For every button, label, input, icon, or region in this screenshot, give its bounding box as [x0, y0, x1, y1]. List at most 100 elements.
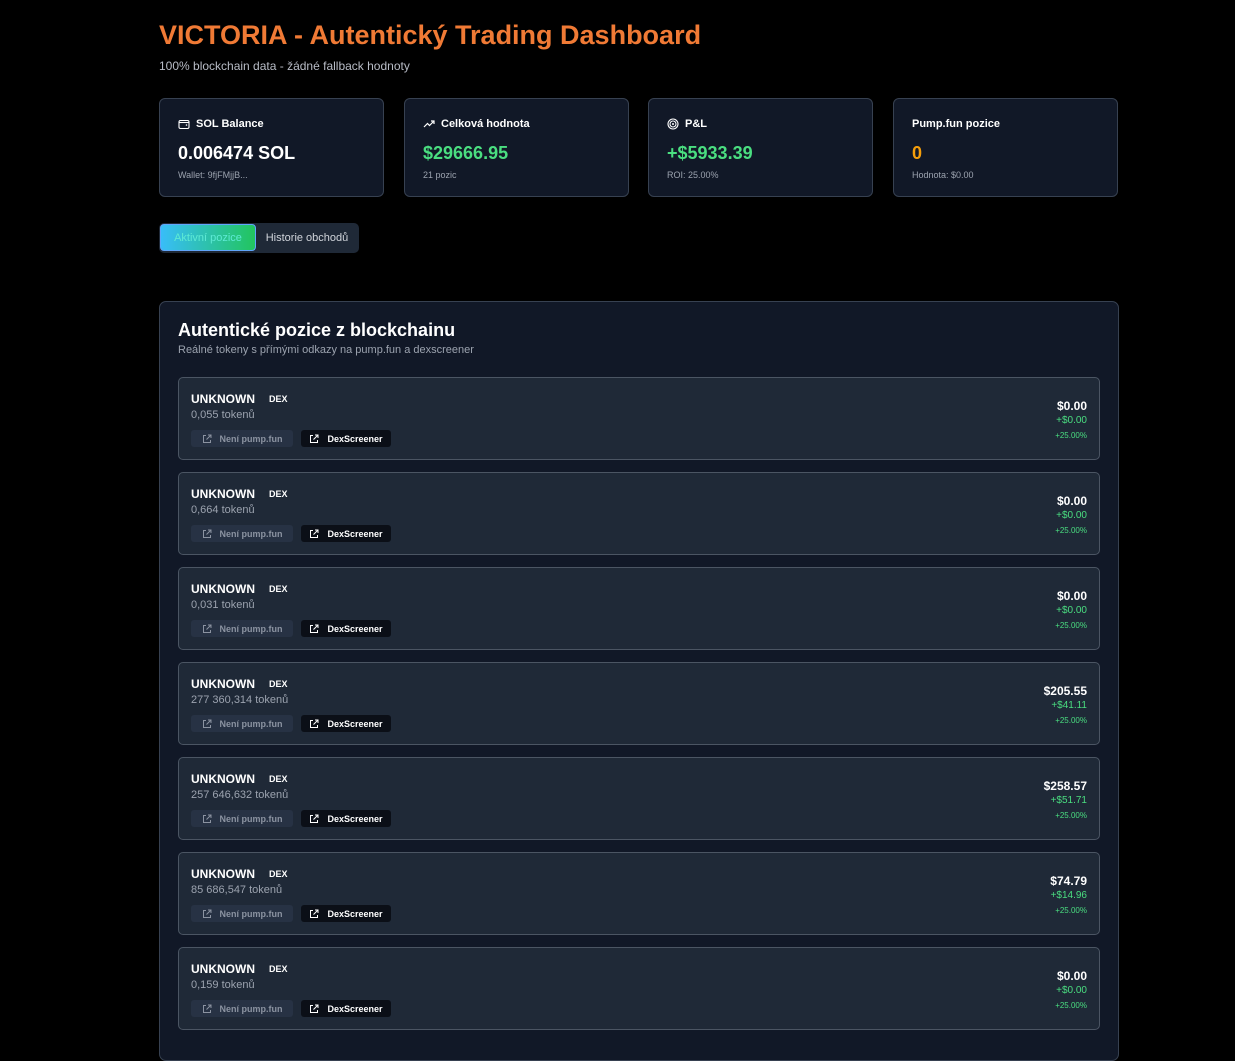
position-pnl: +$41.11: [1051, 700, 1087, 711]
position-row: UNKNOWN DEX 277 360,314 tokenů Není pump.fu…: [178, 662, 1100, 745]
position-row: UNKNOWN DEX 0,664 tokenů Není pump.fun DexSc…: [178, 472, 1100, 555]
position-row: UNKNOWN DEX 85 686,547 tokenů Není pump.fun…: [178, 852, 1100, 935]
pumpfun-link-button[interactable]: Není pump.fun: [191, 905, 293, 922]
pumpfun-link-label: Není pump.fun: [219, 1003, 283, 1014]
dexscreener-link-label: DexScreener: [327, 908, 383, 919]
pumpfun-link-button[interactable]: Není pump.fun: [191, 620, 293, 637]
target-icon: [667, 118, 679, 130]
position-value: $0.00: [1056, 589, 1087, 603]
dex-badge: DEX: [269, 964, 288, 974]
pumpfun-link-button[interactable]: Není pump.fun: [191, 1000, 293, 1017]
external-link-icon: [310, 719, 319, 728]
dexscreener-link-button[interactable]: DexScreener: [301, 1000, 391, 1017]
card-sub: 21 pozic: [423, 170, 457, 180]
token-symbol: UNKNOWN: [191, 487, 255, 501]
pumpfun-link-label: Není pump.fun: [219, 623, 283, 634]
position-value: $74.79: [1050, 874, 1087, 888]
token-symbol: UNKNOWN: [191, 962, 255, 976]
external-link-icon: [310, 814, 319, 823]
dexscreener-link-button[interactable]: DexScreener: [301, 430, 391, 447]
position-row: UNKNOWN DEX 0,031 tokenů Není pump.fun DexSc…: [178, 567, 1100, 650]
external-link-icon: [202, 719, 211, 728]
external-link-icon: [202, 1004, 211, 1013]
token-amount: 257 646,632 tokenů: [191, 789, 289, 801]
token-amount: 0,159 tokenů: [191, 979, 255, 991]
dexscreener-link-label: DexScreener: [327, 623, 383, 634]
summary-cards: SOL Balance 0.006474 SOL Wallet: 9fjFMjj…: [159, 98, 1119, 199]
wallet-icon: [178, 119, 190, 130]
position-value: $205.55: [1043, 684, 1087, 698]
dex-badge: DEX: [269, 489, 288, 499]
card-label: Celková hodnota: [441, 118, 530, 130]
tab-trade-history[interactable]: Historie obchodů: [257, 224, 357, 251]
dexscreener-link-button[interactable]: DexScreener: [301, 715, 391, 732]
dexscreener-link-label: DexScreener: [327, 528, 383, 539]
card-sub: Wallet: 9fjFMjjB...: [178, 170, 248, 180]
position-pnl: +$0.00: [1056, 510, 1087, 521]
dexscreener-link-label: DexScreener: [327, 1003, 383, 1014]
dex-badge: DEX: [269, 679, 288, 689]
tab-active-positions[interactable]: Aktivní pozice: [160, 224, 256, 251]
token-amount: 0,055 tokenů: [191, 409, 255, 421]
dexscreener-link-button[interactable]: DexScreener: [301, 905, 391, 922]
position-pnl-percent: +25.00%: [1055, 1001, 1087, 1010]
external-link-icon: [310, 1004, 319, 1013]
card-label: P&L: [685, 118, 707, 130]
external-link-icon: [202, 624, 211, 633]
position-pnl: +$51.71: [1050, 795, 1087, 806]
position-pnl-percent: +25.00%: [1055, 811, 1087, 820]
pumpfun-link-button[interactable]: Není pump.fun: [191, 715, 293, 732]
position-pnl: +$14.96: [1050, 890, 1087, 901]
external-link-icon: [202, 814, 211, 823]
panel-title: Autentické pozice z blockchainu: [178, 320, 456, 340]
position-pnl: +$0.00: [1056, 415, 1087, 426]
position-value: $258.57: [1043, 779, 1087, 793]
card-value: 0: [912, 143, 923, 163]
position-row: UNKNOWN DEX 0,159 tokenů Není pump.fun DexSc…: [178, 947, 1100, 1030]
dexscreener-link-label: DexScreener: [327, 813, 383, 824]
position-value: $0.00: [1056, 494, 1087, 508]
pumpfun-link-label: Není pump.fun: [219, 813, 283, 824]
position-pnl-percent: +25.00%: [1055, 906, 1087, 915]
position-pnl: +$0.00: [1056, 605, 1087, 616]
external-link-icon: [310, 624, 319, 633]
page-subtitle: 100% blockchain data - žádné fallback ho…: [159, 59, 410, 73]
card-label: Pump.fun pozice: [912, 118, 1000, 130]
pumpfun-link-button[interactable]: Není pump.fun: [191, 810, 293, 827]
external-link-icon: [202, 909, 211, 918]
token-amount: 0,031 tokenů: [191, 599, 255, 611]
position-pnl-percent: +25.00%: [1055, 431, 1087, 440]
pumpfun-link-label: Není pump.fun: [219, 433, 283, 444]
tab-bar: Aktivní pozice Historie obchodů: [159, 223, 359, 253]
dexscreener-link-button[interactable]: DexScreener: [301, 620, 391, 637]
position-row: UNKNOWN DEX 0,055 tokenů Není pump.fun DexSc…: [178, 377, 1100, 460]
dex-badge: DEX: [269, 394, 288, 404]
position-pnl: +$0.00: [1056, 985, 1087, 996]
dexscreener-link-button[interactable]: DexScreener: [301, 810, 391, 827]
pumpfun-link-button[interactable]: Není pump.fun: [191, 430, 293, 447]
page-title: VICTORIA - Autentický Trading Dashboard: [159, 20, 702, 50]
trending-up-icon: [423, 120, 435, 128]
external-link-icon: [202, 434, 211, 443]
card-value: $29666.95: [423, 143, 509, 163]
token-symbol: UNKNOWN: [191, 772, 255, 786]
position-row: UNKNOWN DEX 257 646,632 tokenů Není pump.fu…: [178, 757, 1100, 840]
external-link-icon: [202, 529, 211, 538]
pumpfun-link-label: Není pump.fun: [219, 718, 283, 729]
dexscreener-link-button[interactable]: DexScreener: [301, 525, 391, 542]
external-link-icon: [310, 434, 319, 443]
token-symbol: UNKNOWN: [191, 867, 255, 881]
external-link-icon: [310, 909, 319, 918]
dex-badge: DEX: [269, 584, 288, 594]
card-pnl: P&L +$5933.39 ROI: 25.00%: [648, 98, 873, 197]
pumpfun-link-button[interactable]: Není pump.fun: [191, 525, 293, 542]
token-amount: 85 686,547 tokenů: [191, 884, 283, 896]
position-value: $0.00: [1056, 399, 1087, 413]
dexscreener-link-label: DexScreener: [327, 433, 383, 444]
card-sol-balance: SOL Balance 0.006474 SOL Wallet: 9fjFMjj…: [159, 98, 384, 197]
token-amount: 277 360,314 tokenů: [191, 694, 289, 706]
card-sub: ROI: 25.00%: [667, 170, 719, 180]
positions-panel: Autentické pozice z blockchainu Reálné t…: [159, 301, 1119, 1061]
card-value: 0.006474 SOL: [178, 143, 296, 163]
card-pumpfun: Pump.fun pozice 0 Hodnota: $0.00: [893, 98, 1118, 197]
